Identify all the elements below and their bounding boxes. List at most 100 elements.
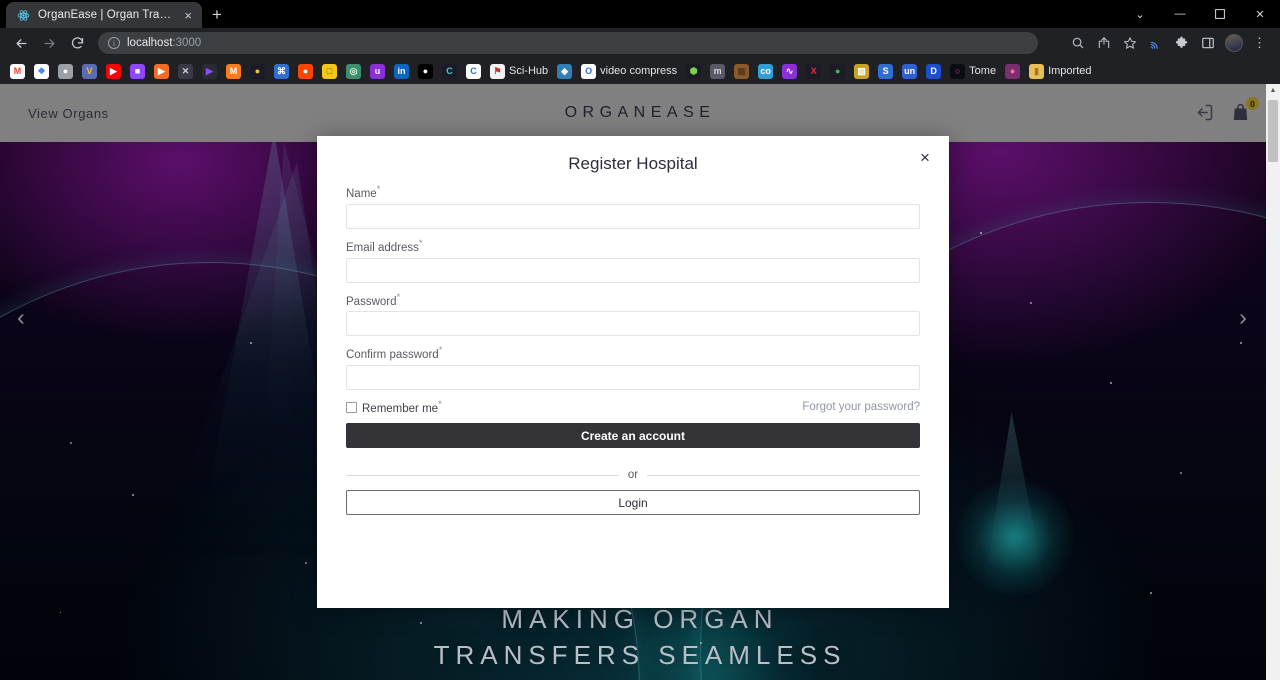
bookmark-item[interactable]: ∿	[778, 60, 801, 82]
github-icon: ●	[418, 63, 433, 79]
bookmark-item[interactable]: ●	[294, 60, 317, 82]
bookmark-item[interactable]: ✕	[174, 60, 197, 82]
bookmark-item[interactable]: ⌘	[270, 60, 293, 82]
contacts-icon: □	[322, 63, 337, 79]
new-tab-button[interactable]: +	[212, 6, 222, 23]
close-window-button[interactable]: ✕	[1240, 0, 1280, 28]
teal-bird-icon: ◆	[557, 63, 573, 79]
bookmark-item[interactable]: ●	[414, 60, 437, 82]
bookmark-item[interactable]: ▧	[850, 60, 873, 82]
carousel-prev-icon[interactable]: ‹	[6, 302, 36, 332]
bookmark-item[interactable]: V	[78, 60, 101, 82]
bookmark-item[interactable]: un	[898, 60, 921, 82]
site-info-icon[interactable]: i	[108, 37, 120, 49]
gmail-icon: M	[10, 63, 25, 79]
green-cube-icon: ⬢	[686, 63, 702, 79]
reddit-icon: ●	[298, 63, 313, 79]
bookmark-item[interactable]: X	[802, 60, 825, 82]
create-account-button[interactable]: Create an account	[346, 423, 920, 449]
page-scrollbar[interactable]: ▲	[1266, 84, 1280, 680]
password-field[interactable]	[346, 311, 920, 337]
browser-tab[interactable]: OrganEase | Organ Transfer ×	[6, 2, 202, 28]
sidebar-panel-icon[interactable]	[1195, 31, 1220, 56]
m-grey-icon: m	[710, 63, 726, 79]
zoom-search-icon[interactable]	[1065, 31, 1090, 56]
bookmark-item[interactable]: ●	[826, 60, 849, 82]
bookmark-item[interactable]: Ovideo compress	[577, 60, 681, 82]
bookmark-item[interactable]: in	[390, 60, 413, 82]
c-blue-icon: C	[466, 63, 481, 79]
bookmark-item[interactable]: ⬢	[682, 60, 705, 82]
m-purple-icon: M	[226, 63, 241, 79]
label-confirm-password: Confirm password*	[346, 345, 443, 362]
bookmark-item[interactable]: ○ Tome	[946, 60, 1000, 82]
bookmark-item[interactable]: ●	[1001, 60, 1024, 82]
tab-strip: OrganEase | Organ Transfer × + ⌄ — ✕	[0, 0, 1280, 28]
bookmark-item[interactable]: □	[318, 60, 341, 82]
email-field[interactable]	[346, 257, 920, 283]
bookmark-item[interactable]: ▮ Imported	[1025, 60, 1095, 82]
bookmark-item[interactable]: co	[754, 60, 777, 82]
bookmarks-bar: M ❖ ● V ▶ ■ ▶ ✕ ▶ M ● ⌘ ● □ ◎ u in ● C C ⚑ Sci-Hub ◆ Ovideo com…	[0, 58, 1280, 84]
bookmark-item[interactable]: ▶	[198, 60, 221, 82]
bookmark-item[interactable]: C	[462, 60, 485, 82]
bookmark-item[interactable]: ⚑ Sci-Hub	[486, 60, 552, 82]
hero-heading: MAKING ORGAN TRANSFERS SEAMLESS	[0, 602, 1280, 674]
maximize-button[interactable]	[1200, 0, 1240, 28]
back-button[interactable]	[8, 30, 34, 56]
bag-icon[interactable]: 0	[1230, 97, 1259, 124]
c-teal-icon: C	[442, 63, 457, 79]
forward-button[interactable]	[36, 30, 62, 56]
bookmark-item[interactable]: u	[366, 60, 389, 82]
bookmark-label: Imported	[1048, 65, 1092, 77]
bookmark-star-icon[interactable]	[1117, 31, 1142, 56]
close-modal-button[interactable]: ×	[915, 147, 935, 167]
reload-button[interactable]	[64, 30, 90, 56]
profile-avatar[interactable]	[1221, 31, 1246, 56]
cast-icon[interactable]	[1143, 31, 1168, 56]
login-button[interactable]: Login	[346, 490, 920, 516]
scihub-icon: ⚑	[490, 63, 505, 79]
bookmark-item[interactable]: S	[874, 60, 897, 82]
bookmark-item[interactable]: D	[922, 60, 945, 82]
bitwarden-icon: ●	[250, 63, 265, 79]
bookmark-item[interactable]: C	[438, 60, 461, 82]
share-icon[interactable]	[1091, 31, 1116, 56]
minimize-button[interactable]: —	[1160, 0, 1200, 28]
tab-search-button[interactable]: ⌄	[1120, 0, 1160, 28]
divider-line-left	[346, 474, 619, 476]
bookmark-item[interactable]: ◆	[553, 60, 576, 82]
bookmark-item[interactable]: ◎	[342, 60, 365, 82]
brand-logo[interactable]: ORGANEASE	[0, 104, 1280, 122]
close-tab-icon[interactable]: ×	[182, 8, 194, 23]
bookmark-item[interactable]: M	[222, 60, 245, 82]
forgot-password-link[interactable]: Forgot your password?	[802, 401, 920, 413]
bookmark-item[interactable]: ▶	[102, 60, 125, 82]
label-name: Name*	[346, 184, 381, 200]
scroll-up-arrow[interactable]: ▲	[1266, 84, 1280, 97]
bookmark-item[interactable]: ❖	[30, 60, 53, 82]
film-icon: ⌘	[274, 63, 289, 79]
bookmark-item[interactable]: ●	[54, 60, 77, 82]
bookmark-item[interactable]: M	[6, 60, 29, 82]
bookmark-item[interactable]: m	[706, 60, 729, 82]
remember-me-checkbox-wrap[interactable]: Remember me*	[346, 399, 442, 415]
bookmark-item[interactable]: ▶	[150, 60, 173, 82]
confirm-password-field[interactable]	[346, 365, 920, 391]
scrollbar-thumb[interactable]	[1268, 100, 1278, 162]
x-red-icon: X	[806, 63, 822, 79]
carousel-next-icon[interactable]: ›	[1228, 302, 1258, 332]
minecraft-face-icon: ▦	[734, 63, 750, 79]
address-bar[interactable]: i localhost:3000	[98, 32, 1038, 54]
label-password: Password*	[346, 291, 401, 308]
name-field[interactable]	[346, 203, 920, 229]
bookmark-item[interactable]: ●	[246, 60, 269, 82]
remember-me-checkbox[interactable]	[346, 401, 357, 413]
sign-in-icon[interactable]	[1194, 102, 1216, 124]
bookmark-item[interactable]: ■	[126, 60, 149, 82]
bookmark-item[interactable]: ▦	[730, 60, 753, 82]
extensions-puzzle-icon[interactable]	[1169, 31, 1194, 56]
green-pill-icon: ●	[830, 63, 846, 79]
youtube-icon: ▶	[106, 63, 121, 79]
chrome-menu-icon[interactable]: ⋮	[1247, 31, 1272, 56]
